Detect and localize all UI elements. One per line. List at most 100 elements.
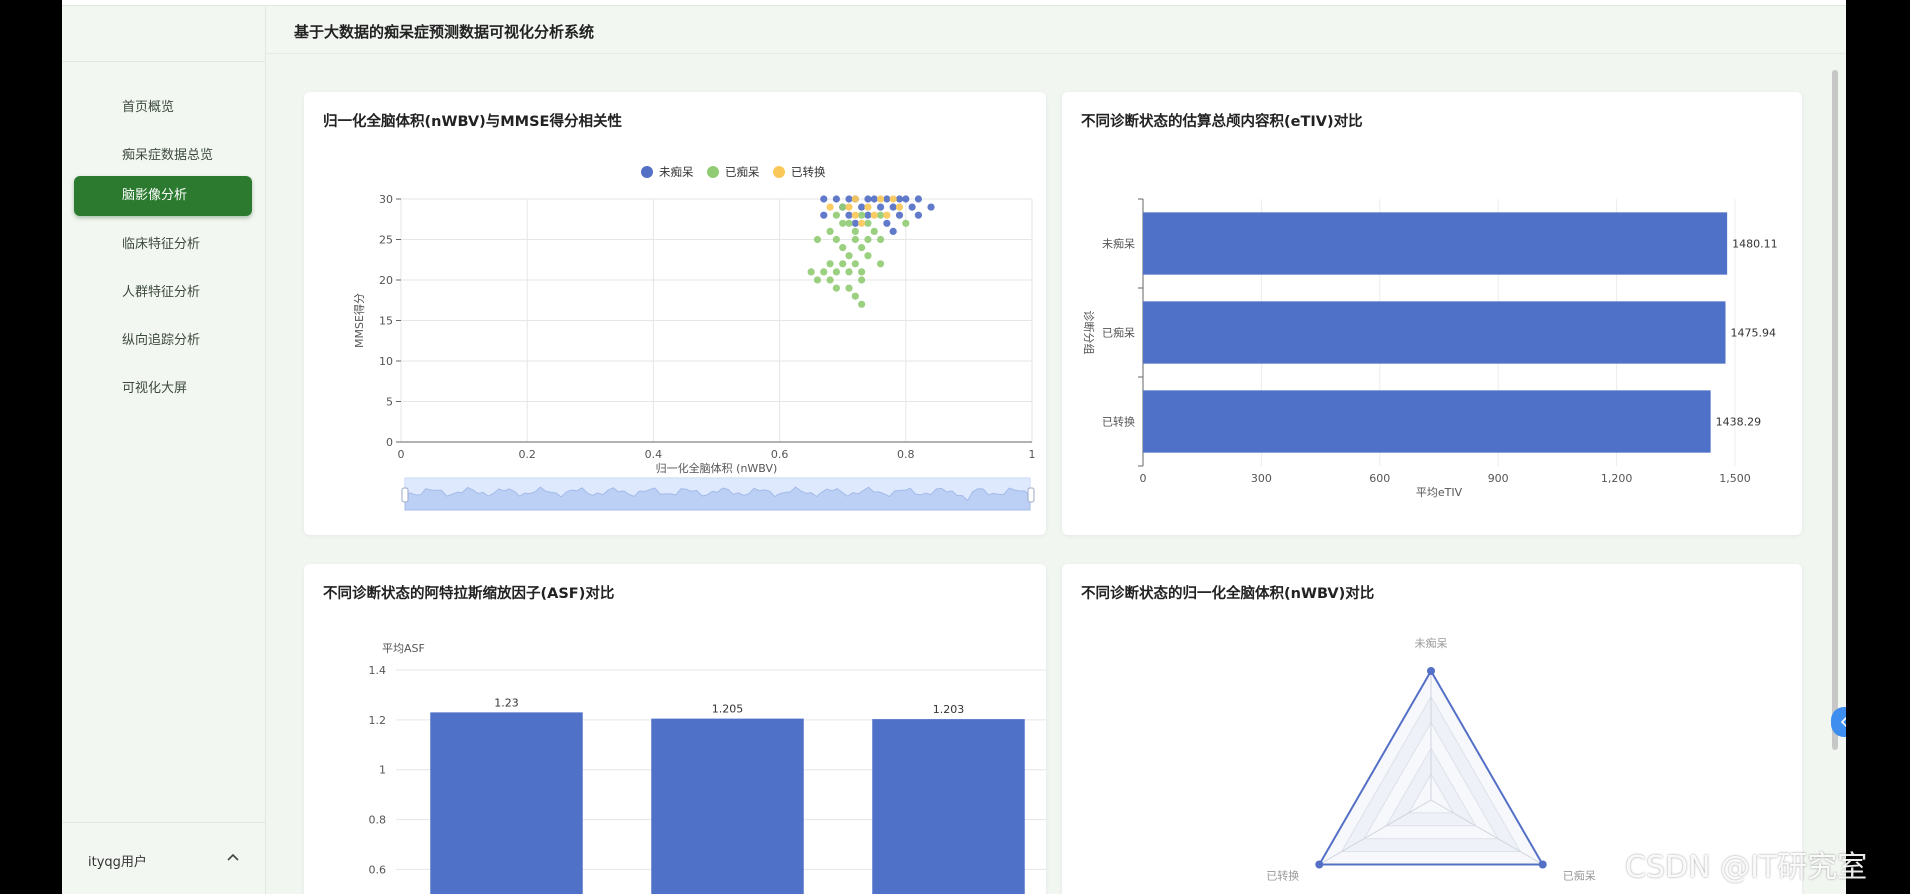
x-tick-label: 0 xyxy=(398,448,405,461)
scatter-point xyxy=(839,260,847,268)
scatter-point xyxy=(864,219,872,227)
scatter-point xyxy=(864,195,872,203)
scatter-point xyxy=(908,203,916,211)
y-tick-label: 未痴呆 xyxy=(1102,237,1135,251)
sidebar-brand-area xyxy=(62,6,265,62)
y-tick-label: 1 xyxy=(379,764,386,777)
sidebar-item-longitudinal-tracking[interactable]: 纵向追踪分析 xyxy=(74,321,252,361)
page-header: 基于大数据的痴呆症预测数据可视化分析系统 xyxy=(266,6,1846,54)
sidebar-item-home-overview[interactable]: 首页概览 xyxy=(74,88,252,128)
datazoom-right-handle xyxy=(1027,487,1035,503)
etiv-bar-chart: 0 300 600 900 1,200 1,500 未痴呆 1480.11 已痴呆 1475.94… xyxy=(1082,198,1778,499)
scatter-point xyxy=(889,203,897,211)
scatter-point xyxy=(845,211,853,219)
chevron-up-icon[interactable] xyxy=(224,849,242,867)
bar-value-label: 1480.11 xyxy=(1732,238,1778,251)
scatter-point xyxy=(845,252,853,260)
x-axis-label: 平均eTIV xyxy=(1416,486,1463,499)
scatter-point xyxy=(832,195,840,203)
y-tick-label: 25 xyxy=(379,234,393,247)
scatter-point xyxy=(826,227,834,235)
sidebar-item-clinical-features[interactable]: 临床特征分析 xyxy=(74,225,252,265)
sidebar-item-dementia-overview[interactable]: 痴呆症数据总览 xyxy=(74,136,252,176)
scatter-point xyxy=(895,203,904,211)
scatter-point xyxy=(876,195,885,203)
radar-point xyxy=(1315,860,1324,869)
radar-indicator-label: 已痴呆 xyxy=(1563,869,1596,883)
scatter-point xyxy=(832,284,840,292)
y-axis-label: MMSE得分 xyxy=(353,293,366,348)
scatter-point xyxy=(902,195,910,203)
scatter-point xyxy=(820,195,828,203)
scatter-point xyxy=(883,195,891,203)
etiv-bar xyxy=(1143,212,1728,275)
scatter-point xyxy=(851,211,859,219)
app-window: 首页概览 痴呆症数据总览 脑影像分析 临床特征分析 人群特征分析 纵向追踪分析 … xyxy=(62,0,1846,894)
y-tick-label: 已转换 xyxy=(1102,415,1135,429)
watermark: CSDN @IT研究室 xyxy=(1625,850,1868,885)
y-tick-label: 15 xyxy=(379,315,393,328)
x-tick-label: 300 xyxy=(1251,472,1272,485)
scatter-point xyxy=(832,211,840,219)
scatter-point xyxy=(851,227,859,235)
x-tick-label: 1,200 xyxy=(1601,472,1633,485)
y-tick-label: 0.6 xyxy=(369,863,387,876)
legend-label: 未痴呆 xyxy=(659,165,694,179)
scatter-point xyxy=(876,203,885,211)
scatter-point xyxy=(858,300,866,308)
y-tick-label: 20 xyxy=(379,274,393,287)
scatter-point xyxy=(889,195,897,203)
scatter-point xyxy=(845,203,853,211)
user-menu[interactable]: ityqg用户 xyxy=(62,822,266,894)
page-scrollbar[interactable] xyxy=(1832,70,1838,750)
scatter-point xyxy=(870,211,878,219)
scatter-point xyxy=(895,195,904,203)
scatter-point xyxy=(876,235,885,244)
scatter-point xyxy=(914,211,923,219)
chevron-left-icon xyxy=(1840,716,1846,728)
scatter-point xyxy=(839,244,847,252)
legend-marker xyxy=(773,166,785,178)
scatter-point xyxy=(839,203,847,211)
x-tick-label: 1,500 xyxy=(1719,472,1751,485)
y-tick-label: 1.2 xyxy=(369,714,387,727)
sidebar-item-population-features[interactable]: 人群特征分析 xyxy=(74,273,252,313)
x-tick-label: 900 xyxy=(1488,472,1509,485)
y-tick-label: 已痴呆 xyxy=(1102,326,1135,340)
collapse-toggle-button[interactable] xyxy=(1831,707,1846,737)
scatter-point xyxy=(845,219,853,227)
x-axis-label: 归一化全脑体积 (nWBV) xyxy=(656,461,778,475)
scatter-point xyxy=(820,211,828,219)
bar-value-label: 1.203 xyxy=(933,703,965,716)
scatter-point xyxy=(851,292,859,300)
scatter-point xyxy=(851,235,859,244)
asf-card: 不同诊断状态的阿特拉斯缩放因子(ASF)对比 0.40.60.811.21.4平… xyxy=(304,564,1046,894)
etiv-bar xyxy=(1143,301,1726,364)
scatter-point xyxy=(851,260,859,268)
user-name: ityqg用户 xyxy=(88,855,147,870)
datazoom-left-handle xyxy=(401,487,409,503)
y-tick-label: 0.8 xyxy=(369,814,387,827)
scatter-point xyxy=(807,268,815,276)
scatter-point xyxy=(876,211,885,219)
scatter-point xyxy=(858,219,866,227)
radar-point xyxy=(1538,860,1547,869)
sidebar: 首页概览 痴呆症数据总览 脑影像分析 临床特征分析 人群特征分析 纵向追踪分析 … xyxy=(62,6,266,894)
scatter-point xyxy=(876,260,885,268)
x-tick-label: 0.8 xyxy=(897,448,915,461)
legend-label: 已痴呆 xyxy=(725,165,760,179)
x-tick-label: 0.6 xyxy=(771,448,789,461)
sidebar-item-big-screen[interactable]: 可视化大屏 xyxy=(74,369,252,409)
scatter-point xyxy=(845,195,853,203)
legend-marker xyxy=(641,166,653,178)
page-title: 基于大数据的痴呆症预测数据可视化分析系统 xyxy=(294,23,595,41)
x-tick-label: 600 xyxy=(1369,472,1390,485)
scatter-point xyxy=(864,252,872,260)
sidebar-item-brain-imaging[interactable]: 脑影像分析 xyxy=(74,176,252,216)
scatter-point xyxy=(895,211,904,219)
scatter-point xyxy=(826,260,834,268)
asf-bar xyxy=(872,719,1025,894)
scatter-point xyxy=(889,227,897,235)
scatter-point xyxy=(883,211,891,219)
scatter-point xyxy=(845,268,853,276)
